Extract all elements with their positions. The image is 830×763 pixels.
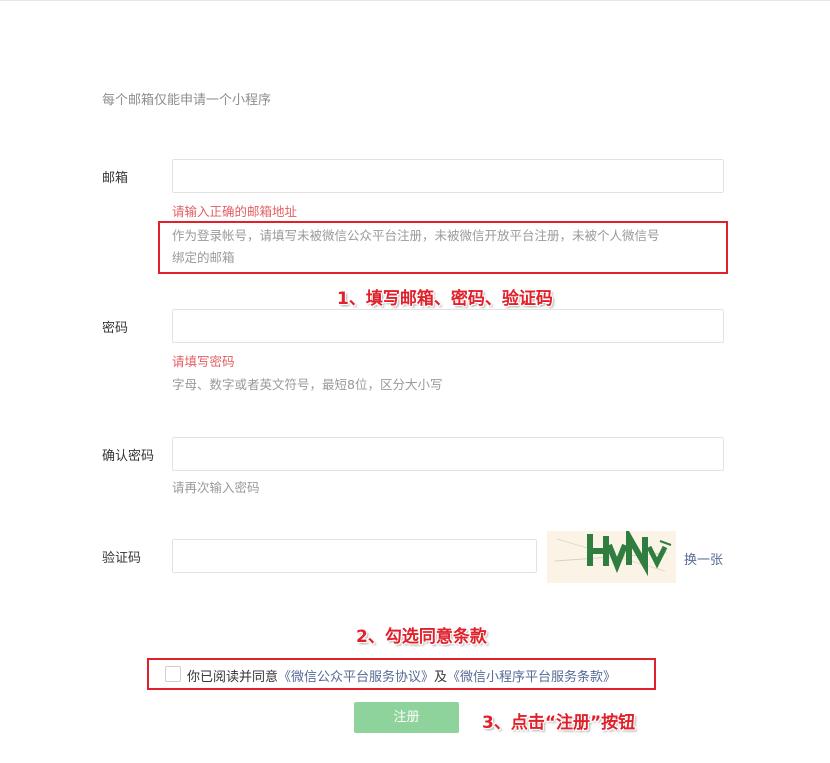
password-tip: 字母、数字或者英文符号，最短8位，区分大小写: [172, 377, 443, 392]
top-divider: [0, 0, 830, 1]
register-button[interactable]: 注册: [354, 702, 459, 733]
annotation-step-3: 3、点击“注册”按钮: [482, 713, 636, 733]
email-tip: 作为登录帐号，请填写未被微信公众平台注册，未被微信开放平台注册，未被个人微信号 …: [172, 225, 660, 269]
agree-checkbox[interactable]: [165, 666, 181, 682]
captcha-label: 验证码: [102, 551, 142, 566]
confirm-password-field[interactable]: [172, 437, 724, 471]
captcha-graphic: [547, 525, 676, 583]
annotation-step-1: 1、填写邮箱、密码、验证码: [337, 289, 553, 309]
agreement-text: 你已阅读并同意《微信公众平台服务协议》及《微信小程序平台服务条款》: [187, 666, 616, 685]
email-error: 请输入正确的邮箱地址: [172, 204, 298, 219]
agreement-prefix: 你已阅读并同意: [187, 670, 279, 685]
annotation-step-2: 2、勾选同意条款: [356, 627, 487, 647]
confirm-password-tip: 请再次输入密码: [172, 480, 260, 495]
captcha-input[interactable]: [172, 539, 537, 573]
email-tip-line-1: 作为登录帐号，请填写未被微信公众平台注册，未被微信开放平台注册，未被个人微信号: [172, 228, 660, 243]
service-agreement-link[interactable]: 《微信公众平台服务协议》: [278, 670, 434, 685]
captcha-image[interactable]: [547, 525, 676, 583]
password-error: 请填写密码: [172, 354, 235, 369]
email-tip-line-2: 绑定的邮箱: [172, 250, 235, 265]
captcha-refresh-link[interactable]: 换一张: [684, 549, 723, 568]
intro-text: 每个邮箱仅能申请一个小程序: [102, 93, 272, 108]
miniprogram-terms-link[interactable]: 《微信小程序平台服务条款》: [447, 670, 616, 685]
email-field[interactable]: [172, 159, 724, 193]
confirm-password-label: 确认密码: [102, 449, 155, 464]
email-label: 邮箱: [102, 171, 129, 186]
password-label: 密码: [102, 321, 129, 336]
password-field[interactable]: [172, 309, 724, 343]
agreement-conjunction: 及: [434, 670, 448, 685]
